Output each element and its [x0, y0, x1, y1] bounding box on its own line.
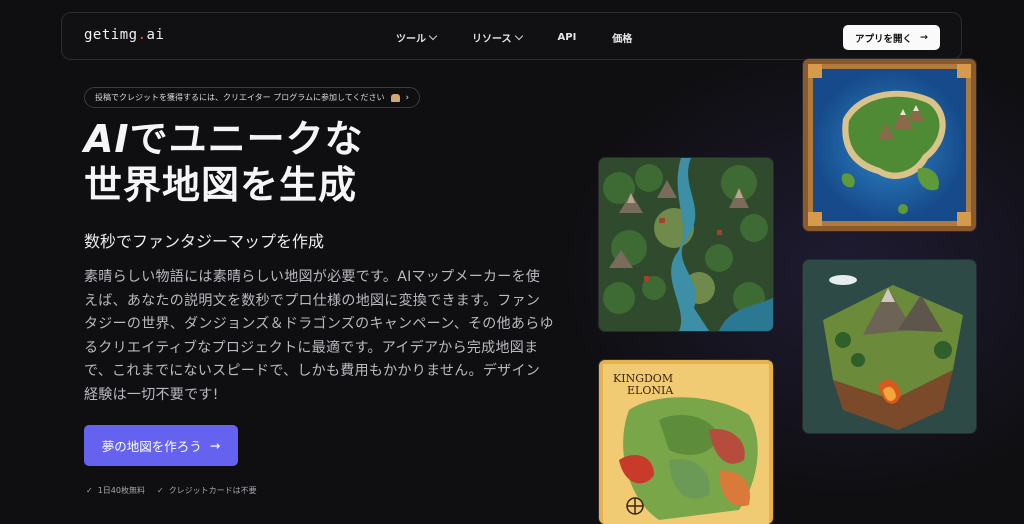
pill-text: 投稿でクレジットを獲得するには、クリエイター プログラムに参加してください — [95, 93, 385, 102]
chevron-right-icon: › — [405, 92, 410, 103]
nav-item-label: リソース — [472, 34, 512, 45]
check-item: ✓ 1日40枚無料 — [86, 485, 145, 496]
map-image-forest-river — [599, 158, 773, 331]
check-icon: ✓ — [86, 486, 93, 495]
check-label: クレジットカードは不要 — [168, 486, 257, 495]
description: 素晴らしい物語には素晴らしい地図が必要です。AIマップメーカーを使えば、あなたの… — [84, 269, 554, 403]
map-image-island-framed — [803, 59, 976, 231]
logo-tld: ai — [146, 27, 165, 43]
check-label: 1日40枚無料 — [97, 486, 145, 495]
creator-program-pill[interactable]: 投稿でクレジットを獲得するには、クリエイター プログラムに参加してください › — [84, 87, 421, 108]
nav-item-label: API — [557, 32, 577, 43]
check-item: ✓ クレジットカードは不要 — [157, 485, 257, 496]
title-line2: 世界地図を生成 — [84, 163, 358, 207]
nav-item-api[interactable]: API — [558, 30, 577, 45]
title-line1: でユニークな — [129, 117, 364, 161]
map-title-line2: ELONIA — [627, 384, 674, 397]
check-icon: ✓ — [156, 486, 164, 495]
subtitle: 数秒でファンタジーマップを作成 — [84, 232, 325, 251]
create-map-button[interactable]: 夢の地図を作ろう → — [84, 425, 238, 466]
nav-item-tools[interactable]: ツール — [396, 30, 438, 45]
arrow-right-icon: → — [920, 32, 928, 43]
create-map-label: 夢の地図を作ろう — [101, 439, 202, 454]
open-app-button[interactable]: アプリを開く → — [843, 25, 940, 50]
map-image-volcano-island — [803, 260, 976, 433]
top-navbar: getimg.ai ツール リソース API 価格 アプリを開く → — [61, 12, 962, 60]
page-title: AIでユニークな 世界地図を生成 — [84, 116, 364, 208]
nav-menu: ツール リソース API 価格 — [396, 30, 668, 45]
open-app-label: アプリを開く — [855, 33, 913, 45]
map-image-kingdom-elonia: KINGDOM ELONIA — [599, 360, 773, 524]
nav-item-resources[interactable]: リソース — [472, 30, 523, 45]
hand-emoji-icon — [390, 93, 400, 102]
feature-checks: ✓ 1日40枚無料 ✓ クレジットカードは不要 — [86, 485, 257, 496]
title-ai: AI — [84, 117, 130, 161]
arrow-right-icon: → — [209, 438, 221, 453]
nav-item-label: 価格 — [612, 34, 633, 45]
chevron-down-icon — [514, 31, 523, 41]
nav-item-pricing[interactable]: 価格 — [612, 30, 632, 45]
logo[interactable]: getimg.ai — [84, 27, 164, 43]
nav-item-label: ツール — [396, 34, 426, 45]
chevron-down-icon — [428, 31, 438, 41]
logo-dot: . — [137, 27, 147, 43]
logo-text: getimg — [84, 27, 138, 43]
